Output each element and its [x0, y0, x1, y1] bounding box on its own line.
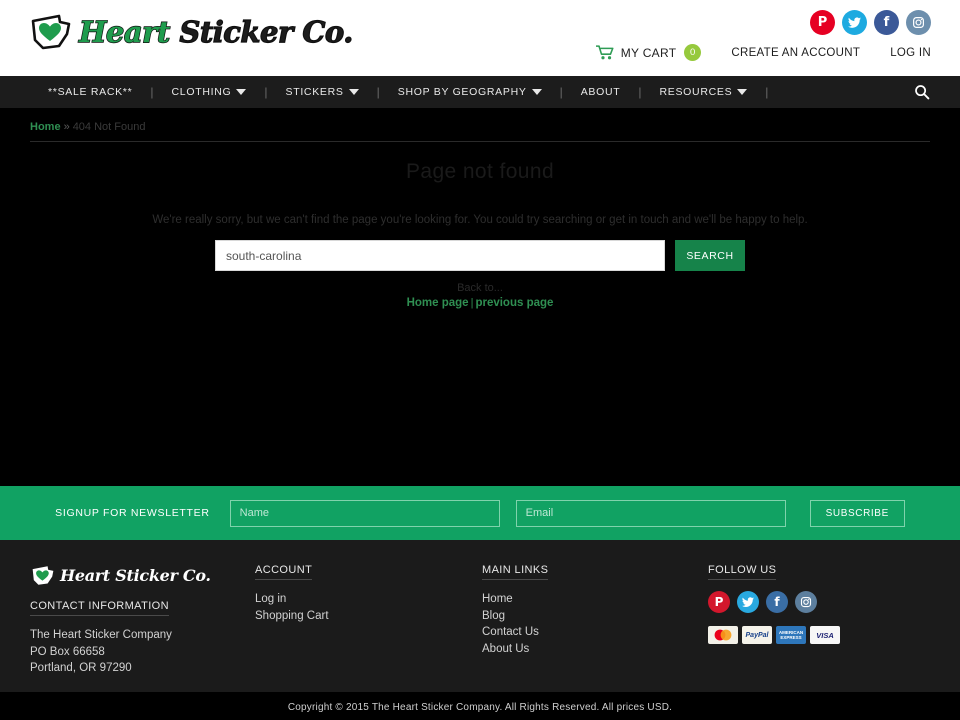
footer-follow-column: FOLLOW US P f PayPal AMERICAN EXPRESS VI… — [708, 564, 930, 692]
breadcrumb-current: 404 Not Found — [72, 121, 146, 133]
follow-us-heading: FOLLOW US — [708, 564, 777, 580]
header-social-links: P f — [810, 10, 931, 35]
newsletter-email-input[interactable] — [515, 499, 786, 527]
subscribe-button[interactable]: SUBSCRIBE — [809, 499, 905, 527]
cart-label: MY CART — [620, 45, 677, 60]
search-button[interactable]: SEARCH — [675, 240, 745, 271]
chevron-down-icon — [737, 89, 748, 95]
nav-item-shop-by-geography[interactable]: SHOP BY GEOGRAPHY — [380, 86, 560, 98]
paypal-icon: PayPal — [742, 626, 772, 644]
twitter-bird-glyph — [742, 597, 754, 607]
nav-item-resources[interactable]: RESOURCES — [641, 86, 765, 98]
create-account-link[interactable]: CREATE AN ACCOUNT — [731, 47, 860, 59]
chevron-down-icon — [531, 89, 542, 95]
breadcrumb: Home» 404 Not Found — [30, 121, 930, 142]
previous-page-link[interactable]: previous page — [475, 297, 553, 309]
nav-divider: | — [765, 85, 769, 99]
footer-link-blog[interactable]: Blog — [482, 608, 708, 625]
footer-link-contact-us[interactable]: Contact Us — [482, 624, 708, 641]
search-input[interactable] — [215, 240, 665, 271]
footer-account-column: ACCOUNT Log in Shopping Cart — [255, 564, 482, 692]
breadcrumb-home-link[interactable]: Home — [30, 121, 61, 133]
main-links-heading: MAIN LINKS — [482, 564, 549, 580]
nav-label: RESOURCES — [659, 86, 733, 98]
nav-label: STICKERS — [285, 86, 344, 98]
nav-label: CLOTHING — [171, 86, 232, 98]
footer-contact-column: Heart Sticker Co. CONTACT INFORMATION Th… — [30, 564, 255, 692]
instagram-camera-glyph — [800, 596, 812, 608]
newsletter-name-input[interactable] — [229, 499, 500, 527]
newsletter-label: SIGNUP FOR NEWSLETTER — [55, 507, 210, 519]
nav-label: **SALE RACK** — [48, 86, 133, 98]
main-navigation: **SALE RACK** | CLOTHING | STICKERS | SH… — [0, 76, 960, 109]
payment-methods: PayPal AMERICAN EXPRESS VISA — [708, 626, 930, 644]
chevron-down-icon — [236, 89, 247, 95]
mastercard-icon — [708, 626, 738, 644]
footer-link-home[interactable]: Home — [482, 591, 708, 608]
cart-count-badge: 0 — [684, 44, 702, 61]
nav-items-container: **SALE RACK** | CLOTHING | STICKERS | SH… — [0, 85, 768, 99]
footer-logo-text: Heart Sticker Co. — [60, 566, 211, 585]
footer-logo[interactable]: Heart Sticker Co. — [30, 564, 255, 587]
search-icon[interactable] — [914, 84, 930, 100]
site-logo[interactable]: Heart Sticker Co. — [29, 12, 354, 52]
breadcrumb-separator: » — [63, 121, 70, 133]
footer-link-about-us[interactable]: About Us — [482, 641, 708, 658]
amex-icon: AMERICAN EXPRESS — [776, 626, 806, 644]
nav-item-stickers[interactable]: STICKERS — [268, 86, 377, 98]
instagram-icon[interactable] — [795, 591, 817, 613]
page-title: Page not found — [405, 160, 555, 183]
shopping-cart-icon — [595, 45, 614, 60]
newsletter-signup-bar: SIGNUP FOR NEWSLETTER SUBSCRIBE — [0, 486, 960, 540]
oregon-state-heart-icon — [32, 566, 54, 585]
account-heading: ACCOUNT — [255, 564, 313, 580]
visa-icon: VISA — [810, 626, 840, 644]
contact-information-heading: CONTACT INFORMATION — [30, 600, 169, 616]
logo-word-sticker: Sticker Co. — [179, 14, 354, 49]
facebook-icon[interactable]: f — [766, 591, 788, 613]
instagram-icon[interactable] — [906, 10, 931, 35]
instagram-camera-glyph — [913, 17, 924, 28]
contact-line: Portland, OR 97290 — [30, 662, 132, 674]
site-footer: Heart Sticker Co. CONTACT INFORMATION Th… — [0, 540, 960, 692]
site-header: Heart Sticker Co. P f MY CART 0 CREATE A… — [0, 0, 960, 76]
header-utility-links: MY CART 0 CREATE AN ACCOUNT LOG IN — [595, 44, 931, 61]
log-in-link[interactable]: LOG IN — [890, 47, 931, 59]
logo-word-heart: Heart — [78, 14, 180, 49]
not-found-message: We're really sorry, but we can't find th… — [152, 214, 808, 226]
footer-social-links: P f — [708, 591, 930, 613]
chevron-down-icon — [348, 89, 359, 95]
mastercard-glyph — [714, 629, 732, 641]
nav-item-clothing[interactable]: CLOTHING — [154, 86, 265, 98]
twitter-icon[interactable] — [842, 10, 867, 35]
oregon-state-heart-icon — [31, 14, 71, 50]
breadcrumb-region: Home» 404 Not Found — [0, 109, 960, 142]
search-form: SEARCH — [0, 240, 960, 271]
contact-line: The Heart Sticker Company — [30, 629, 172, 641]
link-separator: | — [470, 297, 474, 309]
home-page-link[interactable]: Home page — [407, 297, 469, 309]
my-cart-button[interactable]: MY CART 0 — [595, 44, 702, 61]
pinterest-icon[interactable]: P — [708, 591, 730, 613]
footer-main-links-column: MAIN LINKS Home Blog Contact Us About Us — [482, 564, 708, 692]
logo-wordmark: Heart Sticker Co. — [78, 14, 354, 49]
copyright-bar: Copyright © 2015 The Heart Sticker Compa… — [0, 692, 960, 720]
facebook-icon[interactable]: f — [874, 10, 899, 35]
twitter-bird-glyph — [848, 17, 861, 28]
footer-link-log-in[interactable]: Log in — [255, 591, 482, 608]
footer-link-shopping-cart[interactable]: Shopping Cart — [255, 608, 482, 625]
back-to-links: Home page | previous page — [0, 297, 960, 309]
nav-item-about[interactable]: ABOUT — [563, 86, 639, 98]
back-to-section: Back to... Home page | previous page — [0, 282, 960, 309]
copyright-text: Copyright © 2015 The Heart Sticker Compa… — [287, 701, 673, 713]
back-to-label: Back to... — [457, 282, 503, 294]
nav-label: SHOP BY GEOGRAPHY — [397, 86, 527, 98]
twitter-icon[interactable] — [737, 591, 759, 613]
nav-label: ABOUT — [580, 86, 621, 98]
pinterest-icon[interactable]: P — [810, 10, 835, 35]
main-content: Page not found We're really sorry, but w… — [0, 142, 960, 486]
nav-item-sale-rack[interactable]: **SALE RACK** — [30, 86, 150, 98]
contact-line: PO Box 66658 — [30, 645, 105, 658]
